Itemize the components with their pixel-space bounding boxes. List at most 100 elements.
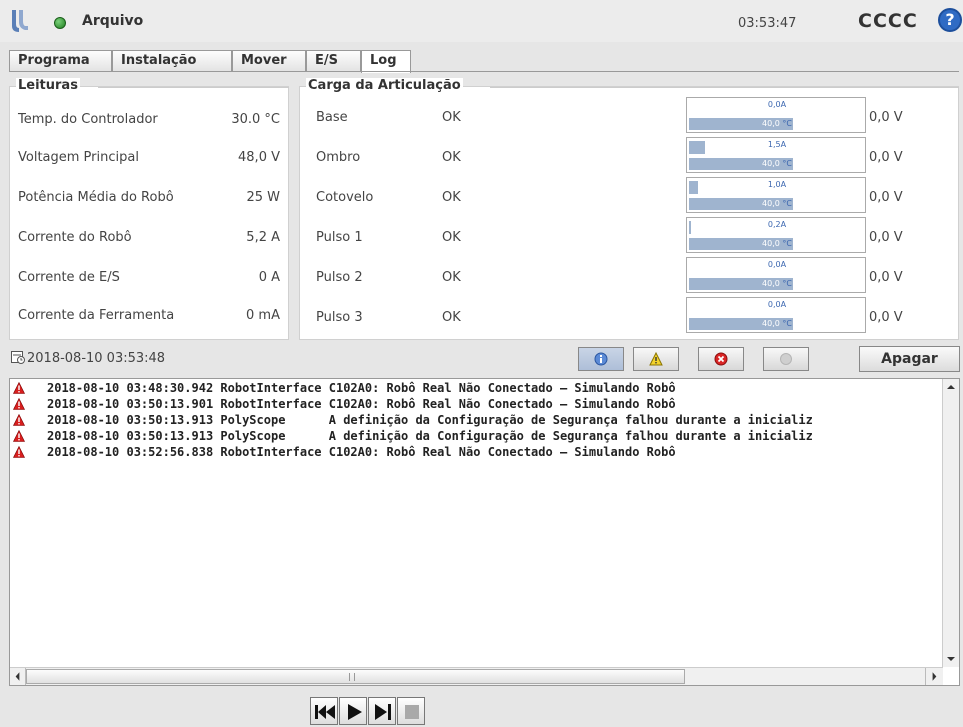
scroll-right-icon[interactable] xyxy=(925,668,942,685)
joint-voltage: 0,0 V xyxy=(869,270,903,285)
joint-load-gauge: 0,0A 40,0 °C xyxy=(686,257,866,293)
help-icon[interactable]: ? xyxy=(938,8,962,32)
joint-load-gauge: 0,0A 40,0 °C xyxy=(686,297,866,333)
temperature-value: 40,0 °C xyxy=(687,199,867,208)
error-triangle-icon xyxy=(13,414,25,426)
filter-warning-button[interactable] xyxy=(633,347,679,371)
horizontal-scrollbar[interactable] xyxy=(10,667,943,685)
warning-icon xyxy=(649,352,663,366)
joint-voltage: 0,0 V xyxy=(869,230,903,245)
stop-icon xyxy=(405,705,419,719)
temperature-value: 40,0 °C xyxy=(687,119,867,128)
current-value: 0,0A xyxy=(767,260,787,269)
temperature-value: 40,0 °C xyxy=(687,239,867,248)
play-icon xyxy=(348,704,362,720)
disabled-icon xyxy=(780,353,792,365)
reading-label: Potência Média do Robô xyxy=(18,190,174,205)
joint-name: Ombro xyxy=(316,150,361,165)
log-entry[interactable]: 2018-08-10 03:48:30.942 RobotInterface C… xyxy=(10,381,943,397)
stop-button[interactable] xyxy=(397,697,425,725)
temperature-number: 40,0 xyxy=(762,119,780,128)
error-triangle-icon xyxy=(13,398,25,410)
temperature-value: 40,0 °C xyxy=(687,319,867,328)
log-entry-text: 2018-08-10 03:50:13.913 PolyScope A defi… xyxy=(47,413,813,427)
tab-mover[interactable]: Mover xyxy=(232,50,306,72)
log-list[interactable]: 2018-08-10 03:48:30.942 RobotInterface C… xyxy=(9,378,960,686)
joint-voltage: 0,0 V xyxy=(869,310,903,325)
play-button[interactable] xyxy=(339,697,367,725)
error-triangle-icon xyxy=(13,382,25,394)
file-menu[interactable]: Arquivo xyxy=(82,13,143,29)
error-triangle-icon xyxy=(13,446,25,458)
joint-status: OK xyxy=(442,230,461,245)
skip-to-start-button[interactable] xyxy=(310,697,338,725)
reading-value: 48,0 V xyxy=(238,150,280,165)
current-value: 0,0A xyxy=(767,300,787,309)
joint-status: OK xyxy=(442,190,461,205)
scroll-down-icon[interactable] xyxy=(943,651,959,667)
tab-es[interactable]: E/S xyxy=(306,50,361,72)
temperature-number: 40,0 xyxy=(762,239,780,248)
joint-load-title: Carga da Articulação xyxy=(306,78,463,93)
log-entry-text: 2018-08-10 03:48:30.942 RobotInterface C… xyxy=(47,381,676,395)
ur-logo-icon[interactable] xyxy=(10,8,30,34)
temperature-number: 40,0 xyxy=(762,319,780,328)
temperature-number: 40,0 xyxy=(762,279,780,288)
scroll-up-icon[interactable] xyxy=(943,379,959,395)
joint-voltage: 0,0 V xyxy=(869,190,903,205)
joint-load-gauge: 1,5A 40,0 °C xyxy=(686,137,866,173)
log-entry[interactable]: 2018-08-10 03:50:13.913 PolyScope A defi… xyxy=(10,413,943,429)
temperature-unit: °C xyxy=(782,199,792,208)
filter-error-button[interactable] xyxy=(698,347,744,371)
filter-info-button[interactable] xyxy=(578,347,624,371)
panel-divider xyxy=(98,87,289,88)
tab-log[interactable]: Log xyxy=(361,50,411,73)
vertical-scrollbar[interactable] xyxy=(942,379,959,667)
scrollbar-thumb[interactable] xyxy=(26,669,685,684)
joint-status: OK xyxy=(442,110,461,125)
log-entry[interactable]: 2018-08-10 03:50:13.901 RobotInterface C… xyxy=(10,397,943,413)
joint-load-panel: Carga da Articulação Base OK 0,0A 40,0 °C 0,… xyxy=(299,78,959,340)
temperature-unit: °C xyxy=(782,159,792,168)
calendar-icon xyxy=(11,351,25,364)
tab-bar: Programa Instalação Mover E/S Log xyxy=(9,50,959,73)
skip-back-icon xyxy=(315,705,335,719)
joint-name: Pulso 2 xyxy=(316,270,363,285)
temperature-value: 40,0 °C xyxy=(687,279,867,288)
error-triangle-icon xyxy=(13,430,25,442)
reading-label: Corrente do Robô xyxy=(18,230,132,245)
header-bar: Arquivo 03:53:47 CCCC ? xyxy=(0,0,963,42)
log-entry[interactable]: 2018-08-10 03:52:56.838 RobotInterface C… xyxy=(10,445,943,461)
clear-log-button[interactable]: Apagar xyxy=(859,346,960,372)
tab-instalacao[interactable]: Instalação xyxy=(112,50,232,72)
readings-panel: Leituras Temp. do Controlador 30.0 °C Vo… xyxy=(9,78,289,340)
temperature-unit: °C xyxy=(782,279,792,288)
current-value: 1,0A xyxy=(767,180,787,189)
step-button[interactable] xyxy=(368,697,396,725)
robot-name: CCCC xyxy=(858,10,918,32)
panel-divider xyxy=(490,87,959,88)
joint-status: OK xyxy=(442,310,461,325)
temperature-unit: °C xyxy=(782,319,792,328)
robot-status-indicator xyxy=(54,17,66,29)
current-value: 0,2A xyxy=(767,220,787,229)
tab-divider xyxy=(9,71,959,72)
current-value: 1,5A xyxy=(767,140,787,149)
joint-voltage: 0,0 V xyxy=(869,150,903,165)
current-value: 0,0A xyxy=(767,100,787,109)
scroll-left-icon[interactable] xyxy=(10,668,26,685)
joint-load-gauge: 0,2A 40,0 °C xyxy=(686,217,866,253)
log-entry[interactable]: 2018-08-10 03:50:13.913 PolyScope A defi… xyxy=(10,429,943,445)
tab-programa[interactable]: Programa xyxy=(9,50,112,72)
reading-value: 30.0 °C xyxy=(231,112,280,127)
joint-load-gauge: 1,0A 40,0 °C xyxy=(686,177,866,213)
reading-value: 0 A xyxy=(258,270,280,285)
grip-icon xyxy=(349,673,355,681)
log-entry-text: 2018-08-10 03:50:13.901 RobotInterface C… xyxy=(47,397,676,411)
temperature-unit: °C xyxy=(782,119,792,128)
filter-disabled-button[interactable] xyxy=(763,347,809,371)
reading-value: 25 W xyxy=(246,190,280,205)
joint-voltage: 0,0 V xyxy=(869,110,903,125)
error-icon xyxy=(714,352,728,366)
joint-load-gauge: 0,0A 40,0 °C xyxy=(686,97,866,133)
